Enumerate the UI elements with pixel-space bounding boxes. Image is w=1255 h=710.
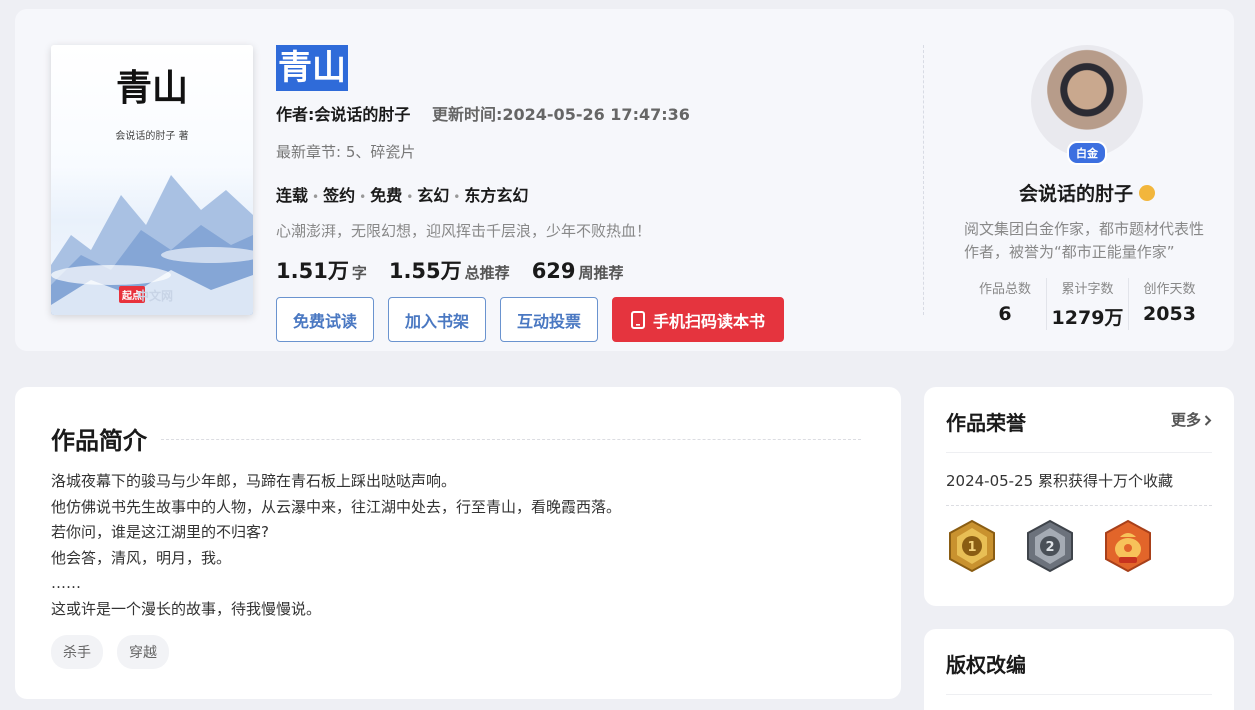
free-read-button[interactable]: 免费试读 bbox=[276, 297, 375, 342]
cover-title: 青山 bbox=[115, 67, 188, 109]
honors-card: 作品荣誉 更多 2024-05-25 累积获得十万个收藏 1 2 bbox=[924, 387, 1234, 606]
author-stats: 作品总数 6 累计字数 1279万 创作天数 2053 bbox=[940, 278, 1234, 330]
stat-total-recommend: 1.55万 总推荐 bbox=[388, 259, 510, 283]
book-slogan: 心潮澎湃，无限幻想，迎风挥击千层浪，少年不败热血！ bbox=[276, 222, 652, 240]
intro-tags: 杀手 穿越 bbox=[51, 635, 169, 669]
book-info: 青山 作者:会说话的肘子 更新时间:2024-05-26 17:47:36 最新… bbox=[276, 45, 896, 342]
author-name-text: 会说话的肘子 bbox=[1018, 183, 1133, 205]
latest-chapter-link[interactable]: 最新章节: 5、碎瓷片 bbox=[276, 141, 896, 162]
intro-tag-killer[interactable]: 杀手 bbox=[51, 635, 103, 669]
medal-list: 1 2 bbox=[946, 519, 1154, 573]
fortune-bag-medal-icon[interactable] bbox=[1102, 519, 1154, 573]
tag-separator: • bbox=[453, 190, 461, 204]
action-buttons: 免费试读 加入书架 互动投票 手机扫码读本书 bbox=[276, 297, 896, 342]
cover-author: 会说话的肘子 著 bbox=[115, 131, 189, 142]
honor-record: 2024-05-25 累积获得十万个收藏 bbox=[946, 472, 1173, 490]
chevron-right-icon bbox=[1204, 415, 1212, 426]
book-stats: 1.51万字 1.55万 总推荐 629 周推荐 bbox=[276, 255, 896, 285]
stat-weekly-recommend: 629 周推荐 bbox=[531, 259, 624, 283]
honors-more-link[interactable]: 更多 bbox=[1171, 409, 1212, 430]
intro-header: 作品简介 bbox=[51, 421, 861, 456]
honors-divider bbox=[946, 452, 1212, 453]
intro-line: 若你问，谁是这江湖里的不归客? bbox=[51, 523, 269, 541]
book-meta-row: 作者:会说话的肘子 更新时间:2024-05-26 17:47:36 bbox=[276, 101, 896, 125]
author-name[interactable]: 会说话的肘子 bbox=[940, 179, 1234, 206]
platinum-badge: 白金 bbox=[1067, 141, 1107, 165]
tag-separator: • bbox=[312, 190, 320, 204]
author-panel: 白金 会说话的肘子 阅文集团白金作家，都市题材代表性作者，被誉为“都市正能量作家… bbox=[940, 45, 1234, 330]
copyright-title: 版权改编 bbox=[946, 653, 1026, 677]
scan-read-label: 手机扫码读本书 bbox=[653, 311, 766, 331]
intro-line: 洛城夜幕下的骏马与少年郎，马蹄在青石板上踩出哒哒声响。 bbox=[51, 472, 457, 490]
author-stat-days: 创作天数 2053 bbox=[1128, 278, 1210, 330]
honors-dashed-divider bbox=[946, 505, 1212, 506]
honors-title: 作品荣誉 bbox=[946, 411, 1026, 435]
intro-line: 他仿佛说书先生故事中的人物，从云瀑中来，往江湖中处去，行至青山，看晚霞西落。 bbox=[51, 497, 622, 516]
book-tags: 连载 • 签约 • 免费 • 玄幻 • 东方玄幻 bbox=[276, 182, 896, 206]
author-avatar[interactable]: 白金 bbox=[1031, 45, 1143, 165]
intro-card: 作品简介 洛城夜幕下的骏马与少年郎，马蹄在青石板上踩出哒哒声响。 他仿佛说书先生… bbox=[15, 387, 901, 699]
gold-medal-1-icon[interactable]: 1 bbox=[946, 519, 998, 573]
svg-text:1: 1 bbox=[967, 540, 976, 555]
book-title: 青山 bbox=[276, 45, 348, 91]
silver-medal-2-icon[interactable]: 2 bbox=[1024, 519, 1076, 573]
vote-button[interactable]: 互动投票 bbox=[500, 297, 599, 342]
book-cover[interactable]: 青山 会说话的肘子 著 起点 中文网 bbox=[51, 45, 253, 315]
copyright-divider bbox=[946, 694, 1212, 695]
scan-read-button[interactable]: 手机扫码读本书 bbox=[612, 297, 785, 342]
author-description: 阅文集团白金作家，都市题材代表性作者，被誉为“都市正能量作家” bbox=[964, 220, 1205, 261]
author-stat-works[interactable]: 作品总数 6 bbox=[964, 278, 1046, 330]
intro-tag-time-travel[interactable]: 穿越 bbox=[117, 635, 169, 669]
intro-line: 这或许是一个漫长的故事，待我慢慢说。 bbox=[51, 599, 322, 618]
tag-status: 连载 bbox=[276, 186, 309, 205]
svg-text:2: 2 bbox=[1045, 540, 1054, 555]
copyright-card: 版权改编 bbox=[924, 629, 1234, 710]
add-to-shelf-button[interactable]: 加入书架 bbox=[388, 297, 487, 342]
intro-body: 洛城夜幕下的骏马与少年郎，马蹄在青石板上踩出哒哒声响。 他仿佛说书先生故事中的人… bbox=[51, 469, 621, 622]
phone-icon bbox=[631, 310, 646, 329]
tag-subgenre[interactable]: 东方玄幻 bbox=[464, 186, 528, 205]
author-stat-words: 累计字数 1279万 bbox=[1046, 278, 1128, 330]
tag-separator: • bbox=[406, 190, 414, 204]
stat-word-count: 1.51万字 bbox=[276, 259, 367, 283]
intro-divider bbox=[161, 439, 861, 440]
tag-signed: 签约 bbox=[323, 186, 356, 205]
tag-separator: • bbox=[359, 190, 367, 204]
tag-free: 免费 bbox=[370, 186, 403, 205]
author-level-icon bbox=[1139, 184, 1155, 201]
author-link[interactable]: 作者:会说话的肘子 bbox=[276, 105, 410, 124]
intro-title: 作品简介 bbox=[51, 427, 147, 455]
intro-line: 他会答，清风，明月，我。 bbox=[51, 548, 232, 567]
intro-line: …… bbox=[51, 574, 81, 592]
tag-genre[interactable]: 玄幻 bbox=[417, 186, 449, 205]
update-time: 更新时间:2024-05-26 17:47:36 bbox=[431, 105, 690, 124]
book-info-card: 青山 会说话的肘子 著 起点 中文网 青山 作者:会说话的肘子 更新时间:202… bbox=[15, 9, 1234, 351]
cover-logo-text: 中文网 bbox=[137, 289, 174, 303]
vertical-divider bbox=[923, 45, 924, 315]
